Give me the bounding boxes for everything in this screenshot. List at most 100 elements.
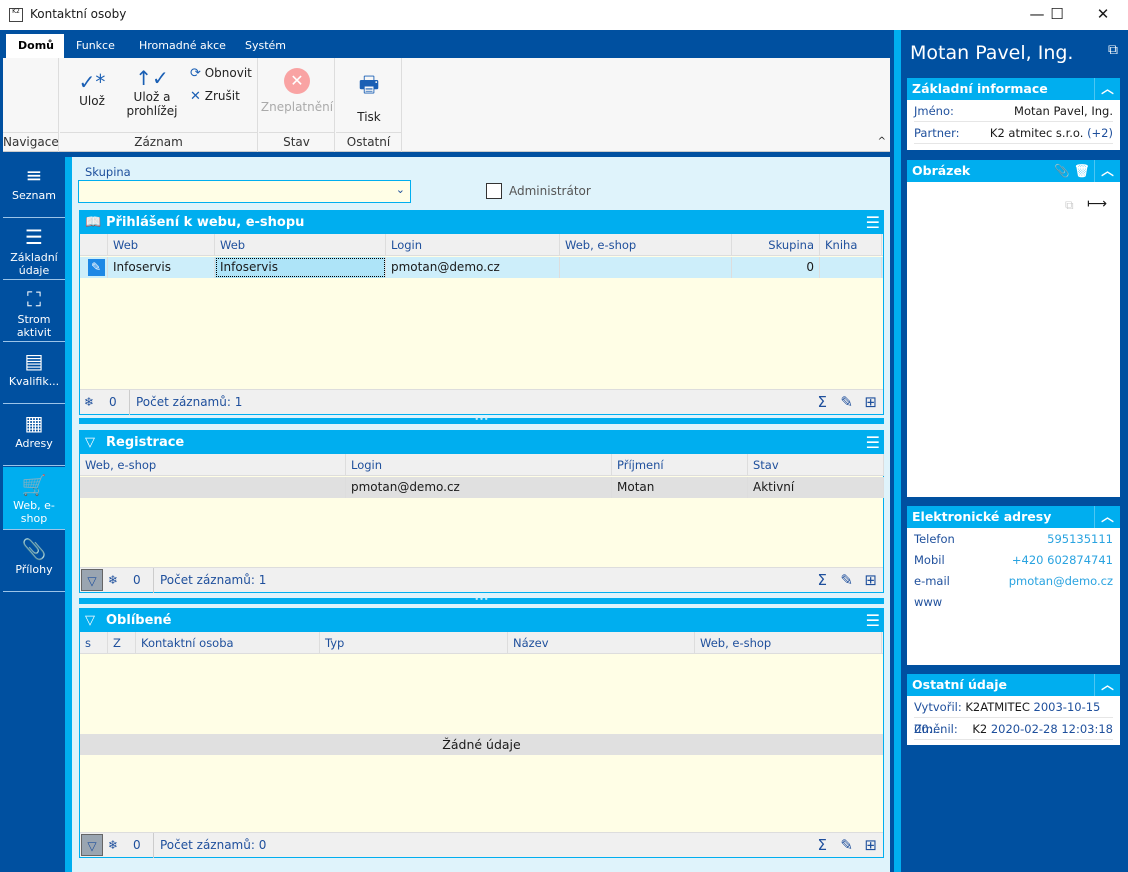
fit-width-icon[interactable]: ⟼: [1087, 196, 1107, 212]
vytvoril-row: Vytvořil: K2ATMITEC 2003-10-15 00:...: [914, 696, 1113, 736]
column-header[interactable]: Skupina: [732, 234, 820, 256]
nav-item[interactable]: ▦ Adresy: [3, 405, 65, 466]
tab-hromadne-akce[interactable]: Hromadné akce: [127, 34, 238, 58]
ribbon: Navigace ✓* Ulož ↑✓ Ulož a prohlížej ⟳ Obno…: [3, 58, 890, 152]
skupina-input[interactable]: ⌄: [78, 180, 411, 203]
save-button[interactable]: ✓* Ulož: [68, 70, 116, 108]
collapse-icon[interactable]: ︿: [1094, 160, 1120, 182]
snowflake-icon[interactable]: ❄: [108, 568, 118, 593]
value[interactable]: pmotan@demo.cz: [1009, 570, 1113, 592]
column-header[interactable]: Web, e-shop: [560, 234, 732, 256]
administrator-checkbox[interactable]: [486, 183, 502, 199]
filter-toggle-icon[interactable]: ▽: [81, 834, 103, 856]
edit-columns-icon[interactable]: ✎: [840, 833, 853, 858]
table-cell: pmotan@demo.cz: [346, 477, 612, 498]
tab-system[interactable]: Systém: [233, 34, 298, 58]
column-header[interactable]: Typ: [320, 632, 508, 654]
date: 2020-02-28 12:03:18: [990, 722, 1113, 736]
label: Zneplatnění: [260, 100, 334, 114]
refresh-button[interactable]: ⟳ Obnovit: [190, 66, 252, 81]
jmeno-row: Jméno: Motan Pavel, Ing.: [914, 100, 1113, 122]
sum-icon[interactable]: Σ: [818, 390, 827, 415]
group-label: Stav: [259, 132, 334, 149]
edit-icon[interactable]: ✎: [80, 257, 108, 278]
column-header[interactable]: Název: [508, 632, 695, 654]
right-splitter[interactable]: [894, 30, 901, 872]
maximize-button[interactable]: ☐: [1034, 0, 1080, 30]
value[interactable]: 595135111: [1047, 528, 1113, 550]
collapse-icon[interactable]: ︿: [1094, 78, 1120, 100]
sum-icon[interactable]: Σ: [818, 833, 827, 858]
close-button[interactable]: ✕: [1080, 0, 1126, 30]
add-record-icon[interactable]: ⊞: [864, 833, 877, 858]
record-count: Počet záznamů: 1: [153, 568, 272, 593]
table-cell: [80, 477, 346, 498]
print-button[interactable]: 🖶 Tisk: [336, 68, 402, 124]
column-header[interactable]: s: [80, 632, 108, 654]
open-external-icon[interactable]: ⧉: [1108, 42, 1118, 58]
snowflake-icon[interactable]: ❄: [84, 390, 94, 415]
column-header[interactable]: Příjmení: [612, 454, 748, 476]
nav-item[interactable]: ☰ Základní údaje: [3, 219, 65, 280]
splitter[interactable]: •••: [79, 596, 884, 604]
collapse-icon[interactable]: ︿: [1094, 674, 1120, 696]
partner-row: Partner: K2 atmitec s.r.o. (+2): [914, 122, 1113, 144]
sum-icon[interactable]: Σ: [818, 568, 827, 593]
add-record-icon[interactable]: ⊞: [864, 568, 877, 593]
label: Mobil: [914, 553, 945, 567]
value: Motan Pavel, Ing.: [1014, 104, 1113, 118]
splitter[interactable]: •••: [79, 416, 884, 424]
nav-item[interactable]: ⛶ Strom aktivit: [3, 281, 65, 342]
snowflake-icon[interactable]: ❄: [108, 833, 118, 858]
nav-item[interactable]: 📎 Přílohy: [3, 531, 65, 592]
table-cell: Motan: [612, 477, 748, 498]
column-header[interactable]: [80, 234, 108, 256]
table-row[interactable]: ✎ Infoservis Infoservis pmotan@demo.cz 0: [80, 257, 883, 278]
collapse-icon[interactable]: ︿: [1094, 506, 1120, 528]
value[interactable]: +420 602874741: [1012, 549, 1113, 571]
check-star-icon: ✓*: [78, 70, 106, 94]
nav-icon: ⛶: [27, 287, 41, 311]
edit-icon[interactable]: ✎: [87, 259, 105, 276]
column-header[interactable]: Login: [346, 454, 612, 476]
column-header[interactable]: Kontaktní osoba: [136, 632, 320, 654]
nav-item[interactable]: ≡ Seznam: [3, 157, 65, 218]
cancel-button[interactable]: ✕ Zrušit: [190, 89, 240, 104]
filter-toggle-icon[interactable]: ▽: [81, 569, 103, 591]
record-count: Počet záznamů: 1: [129, 390, 248, 415]
label: e-mail: [914, 574, 950, 588]
partner-value[interactable]: K2 atmitec s.r.o.: [990, 126, 1084, 140]
column-header[interactable]: Web, e-shop: [80, 454, 346, 476]
hamburger-menu-icon[interactable]: ☰: [866, 211, 880, 234]
hamburger-menu-icon[interactable]: ☰: [866, 431, 880, 454]
printer-icon: 🖶: [358, 73, 380, 98]
tab-domu[interactable]: Domů: [6, 34, 64, 58]
column-header[interactable]: Web: [108, 234, 215, 256]
open-image-icon: ⧉: [1065, 198, 1074, 212]
partner-extra[interactable]: (+2): [1087, 126, 1113, 140]
label: Ulož: [79, 94, 105, 108]
column-header[interactable]: Stav: [748, 454, 884, 476]
table-row[interactable]: pmotan@demo.cz Motan Aktivní: [80, 477, 884, 498]
nav-item[interactable]: 🛒 Web, e-shop: [3, 467, 65, 530]
edit-columns-icon[interactable]: ✎: [840, 390, 853, 415]
collapse-ribbon-icon[interactable]: ^: [878, 136, 886, 147]
add-record-icon[interactable]: ⊞: [864, 390, 877, 415]
column-header[interactable]: Web, e-shop: [695, 632, 882, 654]
record-count: Počet záznamů: 0: [153, 833, 272, 858]
marked-count: 0: [133, 573, 141, 587]
panel-header: ▽ Registrace ☰: [80, 431, 883, 454]
column-header[interactable]: Login: [386, 234, 560, 256]
tab-funkce[interactable]: Funkce: [64, 34, 127, 58]
label: Ulož a: [133, 90, 171, 104]
column-header[interactable]: Kniha: [820, 234, 882, 256]
nav-item[interactable]: ▤ Kvalifik...: [3, 343, 65, 404]
column-header[interactable]: Web: [215, 234, 386, 256]
hamburger-menu-icon[interactable]: ☰: [866, 609, 880, 632]
trash-icon[interactable]: 🗑: [1074, 160, 1090, 182]
edit-columns-icon[interactable]: ✎: [840, 568, 853, 593]
column-header[interactable]: Z: [108, 632, 136, 654]
dropdown-icon[interactable]: ⌄: [396, 183, 405, 196]
paperclip-icon[interactable]: 📎: [1054, 160, 1070, 182]
save-and-browse-button[interactable]: ↑✓ Ulož a prohlížej: [122, 66, 182, 118]
